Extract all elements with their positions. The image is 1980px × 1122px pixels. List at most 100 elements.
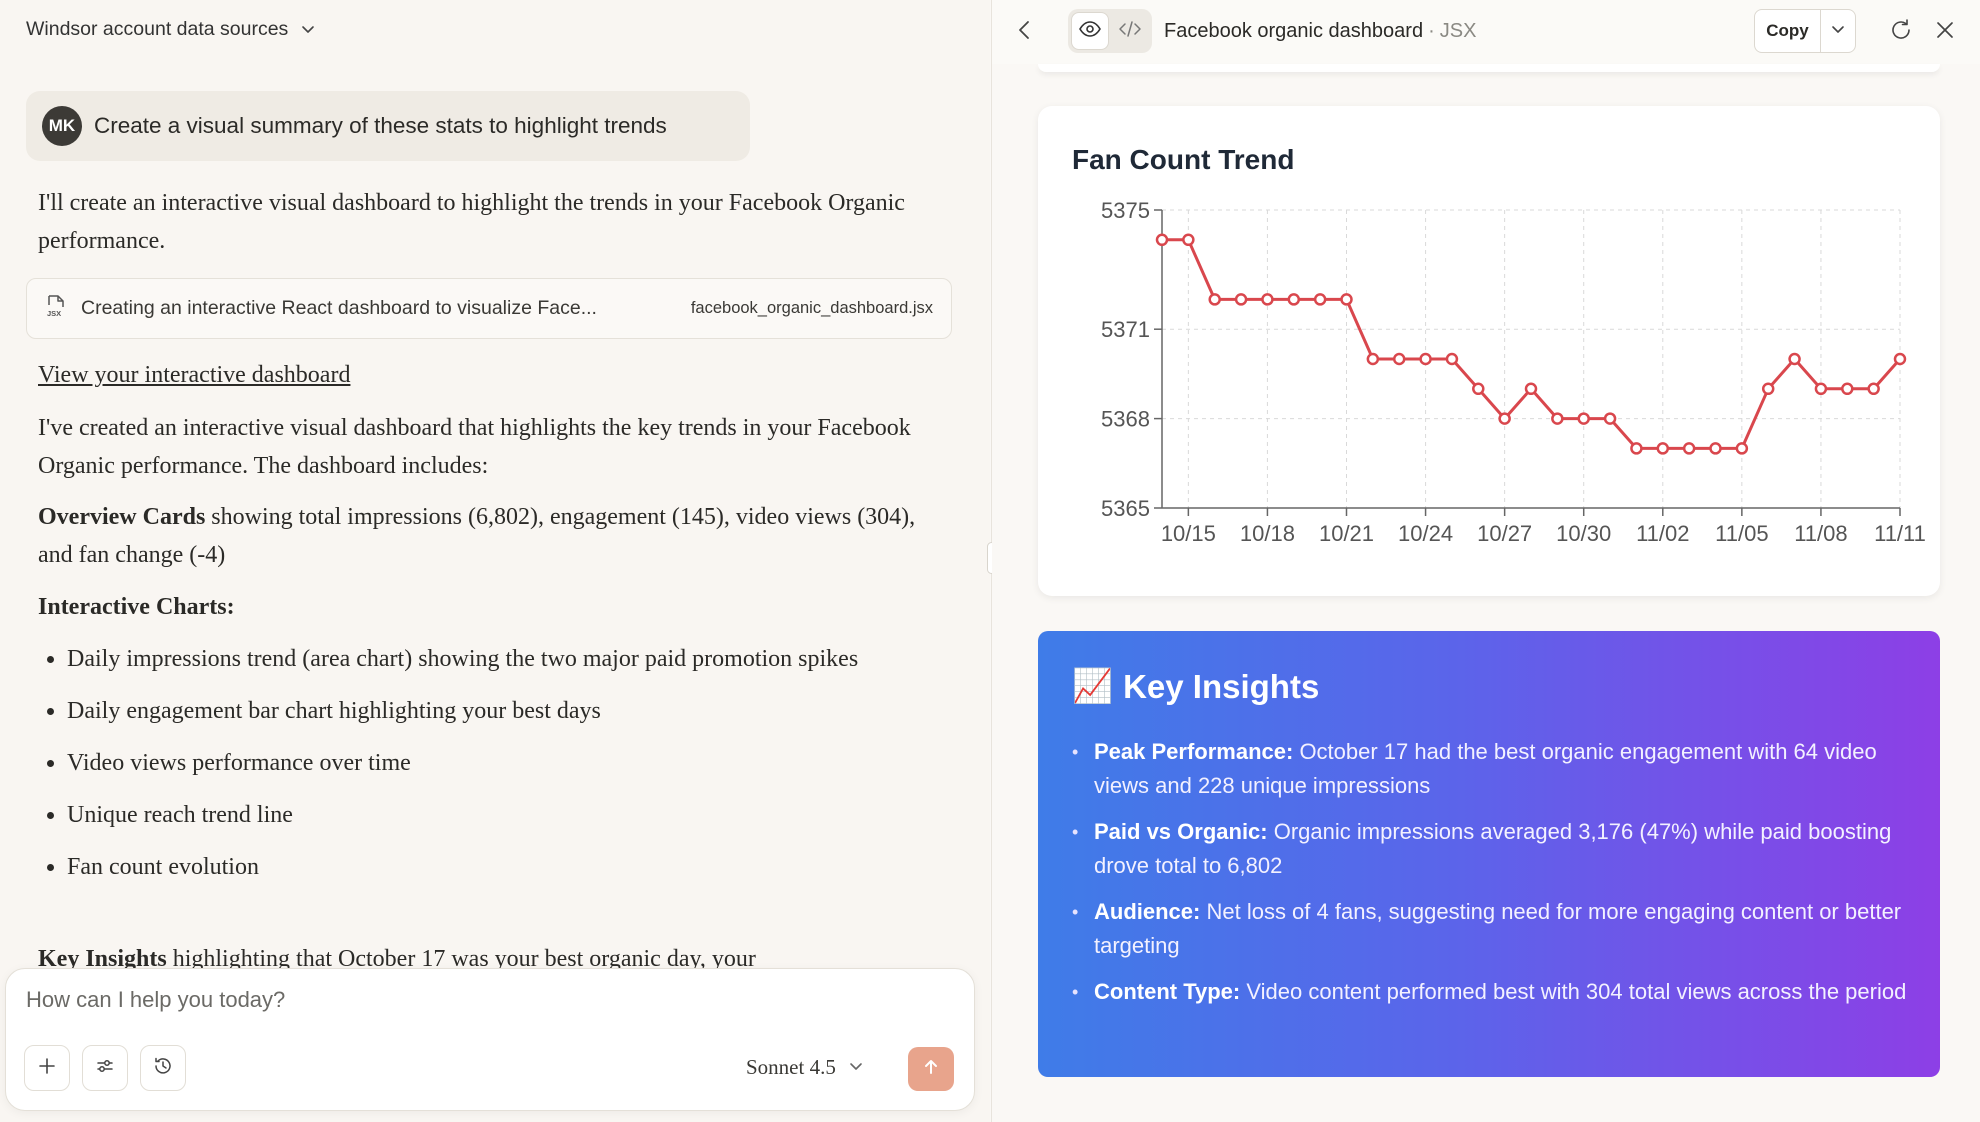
data-point bbox=[1761, 382, 1775, 396]
insight-label: Content Type: bbox=[1094, 979, 1241, 1004]
list-item: Daily impressions trend (area chart) sho… bbox=[38, 640, 918, 678]
key-insights-panel: 📈 Key Insights Peak Performance: October… bbox=[1038, 631, 1940, 1077]
data-point bbox=[1234, 293, 1248, 306]
artifact-name: Facebook organic dashboard bbox=[1164, 20, 1424, 42]
data-point bbox=[1630, 442, 1643, 455]
insight-label: Audience: bbox=[1094, 899, 1201, 924]
previous-card-edge bbox=[1038, 64, 1940, 72]
list-item: Content Type: Video content performed be… bbox=[1072, 975, 1912, 1009]
data-point bbox=[1656, 442, 1670, 455]
x-tick-label: 10/15 bbox=[1161, 521, 1216, 546]
x-tick-label: 10/27 bbox=[1477, 521, 1532, 546]
add-button[interactable] bbox=[24, 1045, 70, 1091]
clock-icon bbox=[152, 1055, 174, 1082]
close-icon bbox=[1937, 22, 1953, 38]
data-point bbox=[1551, 412, 1564, 425]
data-point bbox=[1524, 382, 1538, 396]
x-tick-label: 10/30 bbox=[1556, 521, 1611, 546]
avatar: MK bbox=[42, 106, 82, 146]
eye-icon bbox=[1078, 20, 1102, 43]
data-point bbox=[1577, 412, 1590, 425]
overview-bold: Overview Cards bbox=[38, 504, 206, 530]
data-point bbox=[1603, 412, 1617, 425]
composer: Sonnet 4.5 bbox=[5, 968, 975, 1111]
refresh-icon bbox=[1892, 19, 1910, 39]
y-tick-label: 5365 bbox=[1101, 496, 1150, 521]
x-tick-label: 11/05 bbox=[1715, 521, 1768, 546]
chevron-down-icon bbox=[1830, 21, 1846, 42]
x-tick-label: 11/02 bbox=[1636, 521, 1689, 546]
jsx-file-icon: JSX bbox=[45, 294, 67, 323]
chevron-left-icon bbox=[1019, 21, 1029, 39]
history-button[interactable] bbox=[140, 1045, 186, 1091]
assistant-reply-intro: I'll create an interactive visual dashbo… bbox=[38, 190, 905, 254]
user-message: MK Create a visual summary of these stat… bbox=[26, 91, 750, 161]
x-tick-label: 11/11 bbox=[1874, 521, 1926, 546]
model-name: Sonnet 4.5 bbox=[746, 1055, 836, 1079]
charts-heading: Interactive Charts: bbox=[38, 594, 235, 620]
data-point bbox=[1814, 382, 1828, 396]
code-tab[interactable] bbox=[1111, 12, 1149, 50]
send-button[interactable] bbox=[908, 1047, 954, 1091]
model-selector[interactable]: Sonnet 4.5 bbox=[746, 1055, 864, 1080]
y-tick-label: 5375 bbox=[1101, 198, 1150, 223]
data-point bbox=[1893, 352, 1907, 366]
data-point bbox=[1709, 442, 1722, 455]
data-point bbox=[1472, 382, 1485, 396]
list-item: Peak Performance: October 17 had the bes… bbox=[1072, 735, 1912, 803]
copy-button[interactable]: Copy bbox=[1755, 10, 1821, 52]
data-point bbox=[1788, 352, 1801, 366]
x-tick-label: 10/24 bbox=[1398, 521, 1453, 546]
view-dashboard-link[interactable]: View your interactive dashboard bbox=[38, 356, 350, 394]
list-item: Video views performance over time bbox=[38, 744, 918, 782]
overview-paragraph: Overview Cards showing total impressions… bbox=[38, 498, 918, 574]
data-point bbox=[1735, 442, 1749, 455]
list-item: Daily engagement bar chart highlighting … bbox=[38, 692, 918, 730]
message-input[interactable] bbox=[26, 987, 726, 1013]
artifact-filename: facebook_organic_dashboard.jsx bbox=[690, 299, 933, 317]
list-item: Fan count evolution bbox=[38, 848, 918, 886]
list-item: Unique reach trend line bbox=[38, 796, 918, 834]
data-point bbox=[1208, 293, 1221, 306]
copy-options-button[interactable] bbox=[1821, 10, 1855, 52]
data-point bbox=[1841, 382, 1854, 396]
chevron-down-icon bbox=[848, 1055, 864, 1080]
list-item: Paid vs Organic: Organic impressions ave… bbox=[1072, 815, 1912, 883]
data-point bbox=[1867, 382, 1880, 396]
data-point bbox=[1366, 352, 1380, 366]
y-tick-label: 5371 bbox=[1101, 317, 1150, 342]
plus-icon bbox=[37, 1056, 57, 1081]
insight-text: Net loss of 4 fans, suggesting need for … bbox=[1094, 899, 1902, 958]
insights-title: 📈 Key Insights bbox=[1072, 667, 1319, 706]
chart-emoji-icon: 📈 bbox=[1072, 667, 1114, 704]
copy-button-group: Copy bbox=[1754, 9, 1856, 53]
artifact-card[interactable]: JSX Creating an interactive React dashbo… bbox=[26, 278, 952, 339]
artifact-title: Facebook organic dashboard · JSX bbox=[1164, 20, 1476, 43]
data-point bbox=[1287, 293, 1301, 306]
arrow-up-icon bbox=[921, 1057, 941, 1082]
data-point bbox=[1155, 233, 1169, 247]
conversation-title-menu[interactable]: Windsor account data sources bbox=[26, 14, 316, 44]
refresh-button[interactable] bbox=[1888, 17, 1914, 48]
series-line bbox=[1162, 238, 1902, 450]
back-button[interactable] bbox=[1014, 18, 1034, 47]
x-tick-label: 10/21 bbox=[1319, 521, 1374, 546]
assistant-reply-body: I've created an interactive visual dashb… bbox=[38, 415, 911, 479]
insights-list: Peak Performance: October 17 had the bes… bbox=[1072, 735, 1912, 1021]
preview-tab[interactable] bbox=[1071, 12, 1109, 50]
user-message-text: Create a visual summary of these stats t… bbox=[94, 113, 667, 138]
x-tick-label: 10/18 bbox=[1240, 521, 1295, 546]
data-point bbox=[1182, 233, 1195, 247]
data-point bbox=[1313, 293, 1327, 306]
chart-list: Daily impressions trend (area chart) sho… bbox=[38, 640, 918, 900]
fan-count-chart-card: 5365 5368 5371 5375 10/15 10/18 10/21 10/24 10/2… bbox=[1038, 106, 1940, 596]
fan-count-chart: 5365 5368 5371 5375 10/15 10/18 10/21 10/24 10/2… bbox=[1101, 198, 1926, 546]
insight-text: Video content performed best with 304 to… bbox=[1240, 979, 1907, 1004]
tools-button[interactable] bbox=[82, 1045, 128, 1091]
chart-title: Fan Count Trend bbox=[1072, 144, 1295, 175]
close-button[interactable] bbox=[1934, 19, 1956, 46]
artifact-toolbar: Facebook organic dashboard · JSX Copy bbox=[992, 0, 1980, 64]
y-tick-label: 5368 bbox=[1101, 407, 1150, 432]
code-icon bbox=[1118, 20, 1142, 43]
list-item: Audience: Net loss of 4 fans, suggesting… bbox=[1072, 895, 1912, 963]
